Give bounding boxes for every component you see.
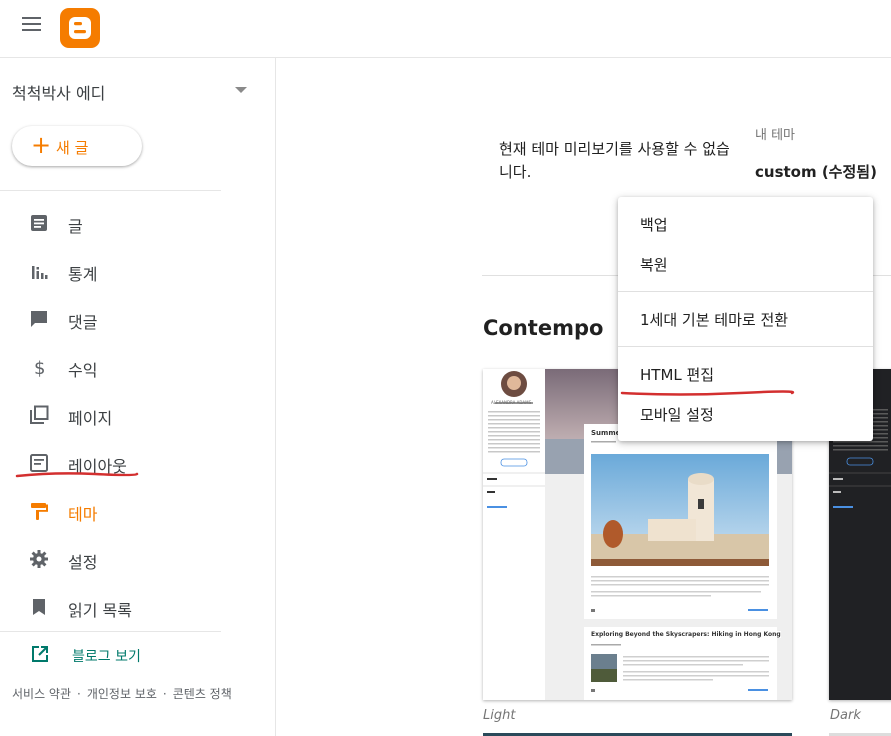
menu-item-label: HTML 편집: [640, 366, 715, 384]
blog-name[interactable]: 척척박사 에디: [12, 80, 105, 104]
separator-dot: ·: [77, 687, 81, 701]
top-app-bar: [0, 0, 891, 58]
sidebar-item-settings[interactable]: 설정: [0, 538, 276, 582]
sidebar-item-label: 테마: [68, 505, 98, 524]
menu-item-restore[interactable]: 복원: [618, 243, 873, 283]
blogger-logo-icon[interactable]: [60, 8, 100, 48]
sidebar-item-posts[interactable]: 글: [0, 202, 276, 246]
menu-item-revert-classic-theme[interactable]: 1세대 기본 테마로 전환: [618, 298, 873, 338]
menu-item-edit-html[interactable]: HTML 편집: [618, 353, 873, 393]
earnings-icon: $: [34, 358, 45, 378]
theme-caption-light: Light: [483, 708, 516, 723]
sidebar-item-theme[interactable]: 테마: [0, 490, 276, 534]
separator-dot: ·: [162, 687, 167, 701]
theme-section-title: Contempo: [483, 316, 604, 340]
open-in-new-icon: [32, 646, 48, 662]
new-post-label: 새 글: [56, 139, 89, 157]
sidebar-item-pages[interactable]: 페이지: [0, 394, 276, 438]
privacy-link[interactable]: 개인정보 보호: [87, 687, 157, 701]
sidebar: 척척박사 에디 + 새 글 글 통계 댓글 $ 수익 페이지 레이아웃 테마 설…: [0, 58, 276, 736]
menu-item-label: 복원: [640, 256, 668, 274]
sidebar-item-label: 설정: [68, 553, 98, 572]
my-theme-label: 내 테마: [755, 128, 796, 143]
red-annotation-underline: [620, 390, 795, 396]
red-annotation-underline: [15, 472, 139, 478]
profile-name: ALEXANDRA ADAMS: [491, 400, 532, 405]
sidebar-item-label: 글: [68, 217, 83, 236]
sidebar-item-label: 수익: [68, 361, 98, 380]
new-post-button[interactable]: + 새 글: [12, 126, 142, 166]
sidebar-item-reading-list[interactable]: 읽기 목록: [0, 586, 276, 630]
post2-title: Exploring Beyond the Skyscrapers: Hiking…: [591, 631, 781, 638]
menu-divider: [618, 346, 873, 347]
menu-item-label: 모바일 설정: [640, 406, 714, 424]
view-blog-link[interactable]: 블로그 보기: [28, 642, 228, 668]
menu-item-backup[interactable]: 백업: [618, 203, 873, 243]
blog-switcher-chevron-down-icon[interactable]: [235, 87, 247, 93]
sidebar-item-label: 댓글: [68, 313, 98, 332]
menu-divider: [618, 291, 873, 292]
hamburger-menu-icon[interactable]: [22, 17, 42, 33]
bookmark-icon: [33, 599, 45, 615]
preview-unavailable-text: 현재 테마 미리보기를 사용할 수 없습니다.: [499, 140, 730, 181]
sidebar-item-stats[interactable]: 통계: [0, 250, 276, 294]
theme-icon: [31, 503, 48, 520]
divider: [0, 190, 221, 191]
terms-link[interactable]: 서비스 약관: [12, 687, 71, 701]
posts-icon: [31, 215, 47, 231]
menu-item-label: 1세대 기본 테마로 전환: [640, 311, 789, 329]
sidebar-item-comments[interactable]: 댓글: [0, 298, 276, 342]
footer-links: 서비스 약관 · 개인정보 보호 · 콘텐츠 정책: [12, 685, 232, 702]
sidebar-item-earnings[interactable]: $ 수익: [0, 346, 276, 390]
menu-item-mobile-settings[interactable]: 모바일 설정: [618, 393, 873, 433]
pages-icon: [30, 405, 49, 424]
my-theme-name: custom (수정됨): [755, 163, 877, 181]
divider: [0, 631, 221, 632]
comments-icon: [31, 311, 47, 327]
content-policy-link[interactable]: 콘텐츠 정책: [173, 687, 232, 701]
sidebar-item-label: 통계: [68, 265, 98, 284]
theme-caption-dark: Dark: [830, 708, 861, 723]
gear-icon: [30, 550, 48, 568]
menu-item-label: 백업: [640, 216, 668, 234]
theme-options-menu: 백업 복원 1세대 기본 테마로 전환 HTML 편집 모바일 설정: [618, 197, 873, 441]
view-blog-label: 블로그 보기: [72, 649, 141, 665]
sidebar-item-label: 페이지: [68, 409, 113, 428]
plus-icon: +: [31, 131, 52, 159]
stats-icon: [32, 266, 48, 279]
svg-text:$: $: [34, 358, 45, 378]
sidebar-item-label: 읽기 목록: [68, 601, 132, 620]
